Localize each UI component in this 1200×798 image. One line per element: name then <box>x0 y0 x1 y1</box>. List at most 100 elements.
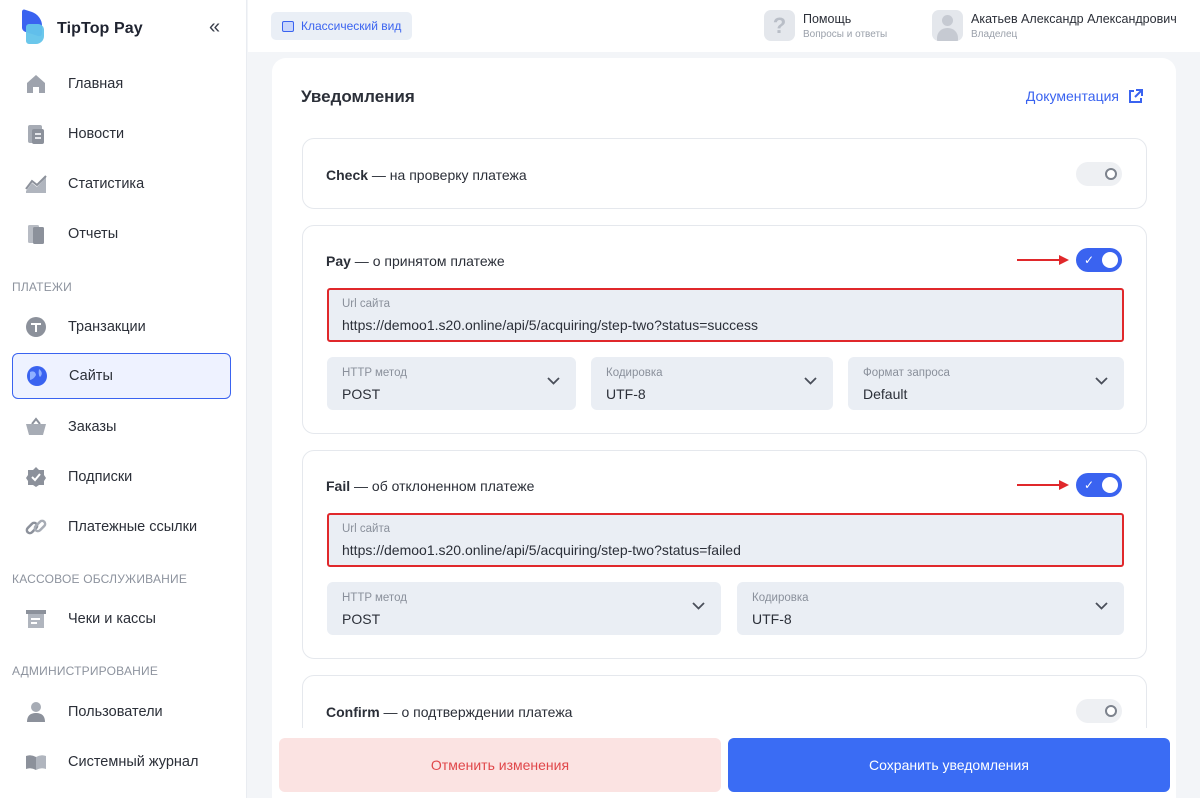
topbar: Классический вид ? Помощь Вопросы и отве… <box>248 0 1200 52</box>
classic-view-button[interactable]: Классический вид <box>271 12 413 40</box>
help-title: Помощь <box>803 11 852 26</box>
sidebar-item-receipts[interactable]: Чеки и кассы <box>12 596 231 642</box>
section-title-cash: КАССОВОЕ ОБСЛУЖИВАНИЕ <box>12 572 188 586</box>
notification-desc: — об отклоненном платеже <box>350 478 535 494</box>
notification-type: Fail <box>326 478 351 494</box>
chevron-down-icon <box>692 602 705 610</box>
sidebar-item-label: Транзакции <box>68 319 146 335</box>
help-subtitle: Вопросы и ответы <box>803 28 888 40</box>
card-heading: Pay — о принятом платеже <box>326 253 505 269</box>
user-role: Владелец <box>971 28 1018 40</box>
sidebar-item-statistics[interactable]: Статистика <box>12 161 231 207</box>
field-value: POST <box>342 386 381 402</box>
pay-toggle[interactable]: ✓ <box>1076 248 1122 272</box>
sidebar-item-system-log[interactable]: Системный журнал <box>12 739 231 785</box>
fail-url-input[interactable]: Url сайта https://demoo1.s20.online/api/… <box>327 513 1124 567</box>
sidebar-item-payment-links[interactable]: Платежные ссылки <box>12 504 231 550</box>
notification-desc: — на проверку платежа <box>368 167 527 183</box>
field-value: UTF-8 <box>752 611 792 627</box>
sidebar-item-news[interactable]: Новости <box>12 111 231 157</box>
user-icon <box>24 700 48 724</box>
sidebar: TipTop Pay « Главная Новости Статистика … <box>0 0 247 798</box>
save-notifications-button[interactable]: Сохранить уведомления <box>728 738 1170 792</box>
basket-icon <box>24 415 48 439</box>
sidebar-item-transactions[interactable]: Транзакции <box>12 304 231 350</box>
receipt-icon <box>24 607 48 631</box>
red-arrow-icon <box>1017 480 1069 490</box>
window-icon <box>282 20 294 32</box>
toggle-knob <box>1105 705 1117 717</box>
documentation-link[interactable]: Документация <box>1026 88 1143 104</box>
user-menu[interactable]: Акатьев Александр Александрович Владелец <box>932 10 1177 41</box>
notification-type: Pay <box>326 253 351 269</box>
confirm-toggle[interactable] <box>1076 699 1122 723</box>
fail-http-method-select[interactable]: HTTP метод POST <box>327 582 721 635</box>
sidebar-item-label: Главная <box>68 76 124 92</box>
sidebar-item-reports[interactable]: Отчеты <box>12 211 231 257</box>
check-toggle[interactable] <box>1076 162 1122 186</box>
card-heading: Fail — об отклоненном платеже <box>326 478 534 494</box>
sidebar-item-label: Новости <box>68 126 125 142</box>
sidebar-item-home[interactable]: Главная <box>12 61 231 107</box>
chevron-down-icon <box>547 377 560 385</box>
field-label: Кодировка <box>752 592 809 604</box>
brand-name: TipTop Pay <box>57 20 143 37</box>
sidebar-item-label: Чеки и кассы <box>68 611 156 627</box>
red-arrow-icon <box>1017 255 1069 265</box>
notifications-panel: Уведомления Документация Check — на пров… <box>272 58 1176 798</box>
pay-http-method-select[interactable]: HTTP метод POST <box>327 357 576 410</box>
field-value: POST <box>342 611 381 627</box>
link-icon <box>24 515 48 539</box>
chart-icon <box>24 172 48 196</box>
chevron-down-icon <box>804 377 817 385</box>
external-link-icon <box>1129 88 1143 103</box>
question-icon: ? <box>764 10 795 41</box>
home-icon <box>24 72 48 96</box>
notification-card-pay: Pay — о принятом платеже ✓ Url сайта htt… <box>302 225 1147 434</box>
sidebar-item-label: Системный журнал <box>68 754 199 770</box>
cancel-changes-button[interactable]: Отменить изменения <box>279 738 721 792</box>
field-value: https://demoo1.s20.online/api/5/acquirin… <box>342 542 741 558</box>
card-heading: Check — на проверку платежа <box>326 167 527 183</box>
field-label: Url сайта <box>342 523 390 535</box>
notification-desc: — о подтверждении платежа <box>379 704 573 720</box>
sidebar-item-sites[interactable]: Сайты <box>12 353 231 399</box>
section-title-payments: ПЛАТЕЖИ <box>12 280 73 294</box>
sidebar-item-label: Отчеты <box>68 226 119 242</box>
check-icon: ✓ <box>1084 478 1095 492</box>
field-label: Формат запроса <box>863 367 950 379</box>
help-menu[interactable]: ? Помощь Вопросы и ответы <box>764 10 887 41</box>
section-title-admin: АДМИНИСТРИРОВАНИЕ <box>12 664 159 678</box>
sidebar-item-subscriptions[interactable]: Подписки <box>12 454 231 500</box>
toggle-knob <box>1102 477 1118 493</box>
subscription-icon <box>24 465 48 489</box>
notification-type: Check <box>326 167 369 183</box>
documentation-label: Документация <box>1025 88 1119 104</box>
fail-toggle[interactable]: ✓ <box>1076 473 1122 497</box>
transactions-icon <box>24 315 48 339</box>
field-label: HTTP метод <box>342 367 407 379</box>
globe-icon <box>25 364 49 388</box>
sidebar-item-orders[interactable]: Заказы <box>12 404 231 450</box>
chevron-down-icon <box>1095 377 1108 385</box>
pay-url-input[interactable]: Url сайта https://demoo1.s20.online/api/… <box>327 288 1124 342</box>
tiptop-logo-icon <box>22 8 48 46</box>
news-icon <box>24 122 48 146</box>
check-icon: ✓ <box>1084 253 1095 267</box>
sidebar-item-users[interactable]: Пользователи <box>12 689 231 735</box>
card-heading: Confirm — о подтверждении платежа <box>326 704 572 720</box>
toggle-knob <box>1105 168 1117 180</box>
notification-card-fail: Fail — об отклоненном платеже ✓ Url сайт… <box>302 450 1147 659</box>
notification-type: Confirm <box>326 704 380 720</box>
chevron-down-icon <box>1095 602 1108 610</box>
reports-icon <box>24 222 48 246</box>
field-label: HTTP метод <box>342 592 407 604</box>
fail-encoding-select[interactable]: Кодировка UTF-8 <box>737 582 1124 635</box>
pay-format-select[interactable]: Формат запроса Default <box>848 357 1124 410</box>
pay-encoding-select[interactable]: Кодировка UTF-8 <box>591 357 833 410</box>
toggle-knob <box>1102 252 1118 268</box>
collapse-sidebar-button[interactable]: « <box>209 17 220 37</box>
brand-logo[interactable]: TipTop Pay <box>22 8 143 46</box>
field-value: https://demoo1.s20.online/api/5/acquirin… <box>342 317 758 333</box>
field-value: Default <box>863 386 908 402</box>
